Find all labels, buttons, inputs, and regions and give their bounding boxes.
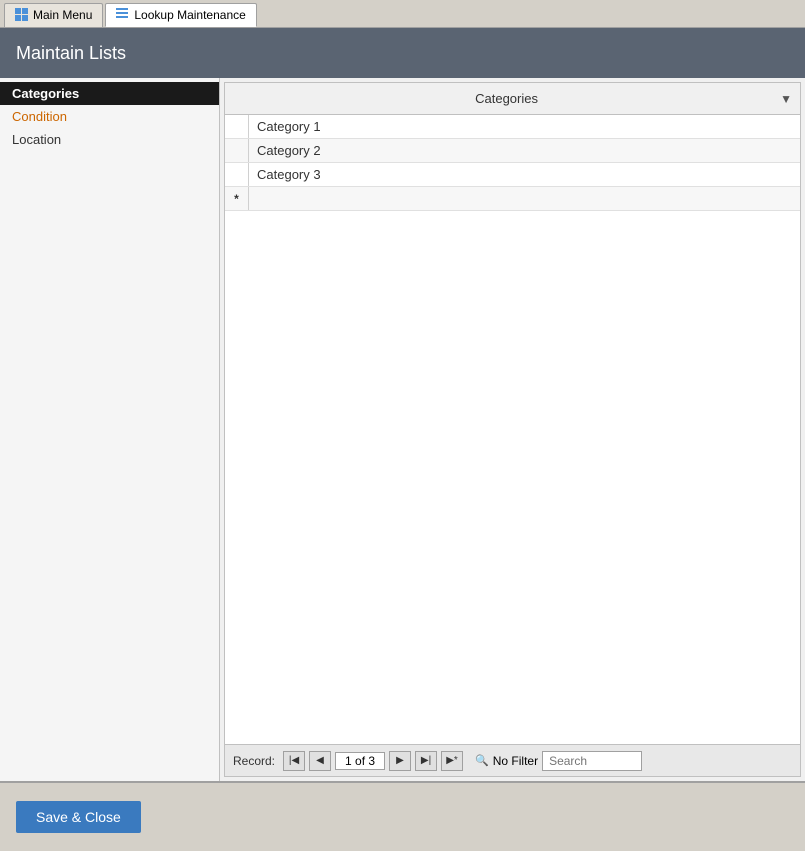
nav-next-button[interactable]: ▶ (389, 751, 411, 771)
record-label: Record: (233, 754, 275, 768)
grid-header: Categories ▼ (225, 83, 800, 115)
new-row-cell[interactable] (249, 197, 800, 201)
row-cell-1[interactable]: Category 1 (249, 117, 800, 136)
nav-new-button[interactable]: ▶* (441, 751, 463, 771)
grid-icon (15, 8, 29, 22)
navigation-bar: Record: |◀ ◀ 1 of 3 ▶ ▶| ▶* 🔍 No Filter (225, 744, 800, 776)
nav-position: 1 of 3 (335, 752, 385, 770)
table-row[interactable]: Category 3 (225, 163, 800, 187)
nav-prev-button[interactable]: ◀ (309, 751, 331, 771)
app-header: Maintain Lists (0, 28, 805, 78)
nav-first-button[interactable]: |◀ (283, 751, 305, 771)
search-input[interactable] (542, 751, 642, 771)
row-cell-3[interactable]: Category 3 (249, 165, 800, 184)
grid-body: Category 1 Category 2 Category 3 * (225, 115, 800, 744)
save-close-button[interactable]: Save & Close (16, 801, 141, 833)
tab-main-menu[interactable]: Main Menu (4, 3, 103, 27)
table-row[interactable]: Category 1 (225, 115, 800, 139)
tab-lookup-maintenance[interactable]: Lookup Maintenance (105, 3, 256, 27)
sidebar-item-location[interactable]: Location (0, 128, 219, 151)
page-title: Maintain Lists (16, 43, 126, 64)
nav-last-button[interactable]: ▶| (415, 751, 437, 771)
row-indicator-2 (225, 139, 249, 162)
sidebar-item-condition[interactable]: Condition (0, 105, 219, 128)
filter-status: No Filter (493, 754, 538, 768)
tab-bar: Main Menu Lookup Maintenance (0, 0, 805, 28)
sort-arrow-icon[interactable]: ▼ (780, 92, 792, 106)
tab-main-menu-label: Main Menu (33, 8, 92, 22)
sidebar-list: Categories Condition Location (0, 78, 220, 781)
data-panel: Categories ▼ Category 1 Category 2 Categ… (224, 82, 801, 777)
tab-lookup-maintenance-label: Lookup Maintenance (134, 8, 245, 22)
filter-icon: 🔍 (475, 754, 489, 767)
list-icon (116, 8, 130, 22)
filter-area: 🔍 No Filter (475, 754, 538, 768)
row-indicator-3 (225, 163, 249, 186)
new-row-indicator: * (225, 187, 249, 210)
main-content: Categories Condition Location Categories… (0, 78, 805, 781)
grid-column-header: Categories (233, 91, 780, 106)
row-cell-2[interactable]: Category 2 (249, 141, 800, 160)
sidebar-item-categories[interactable]: Categories (0, 82, 219, 105)
row-indicator-1 (225, 115, 249, 138)
new-row[interactable]: * (225, 187, 800, 211)
bottom-bar: Save & Close (0, 781, 805, 851)
table-row[interactable]: Category 2 (225, 139, 800, 163)
